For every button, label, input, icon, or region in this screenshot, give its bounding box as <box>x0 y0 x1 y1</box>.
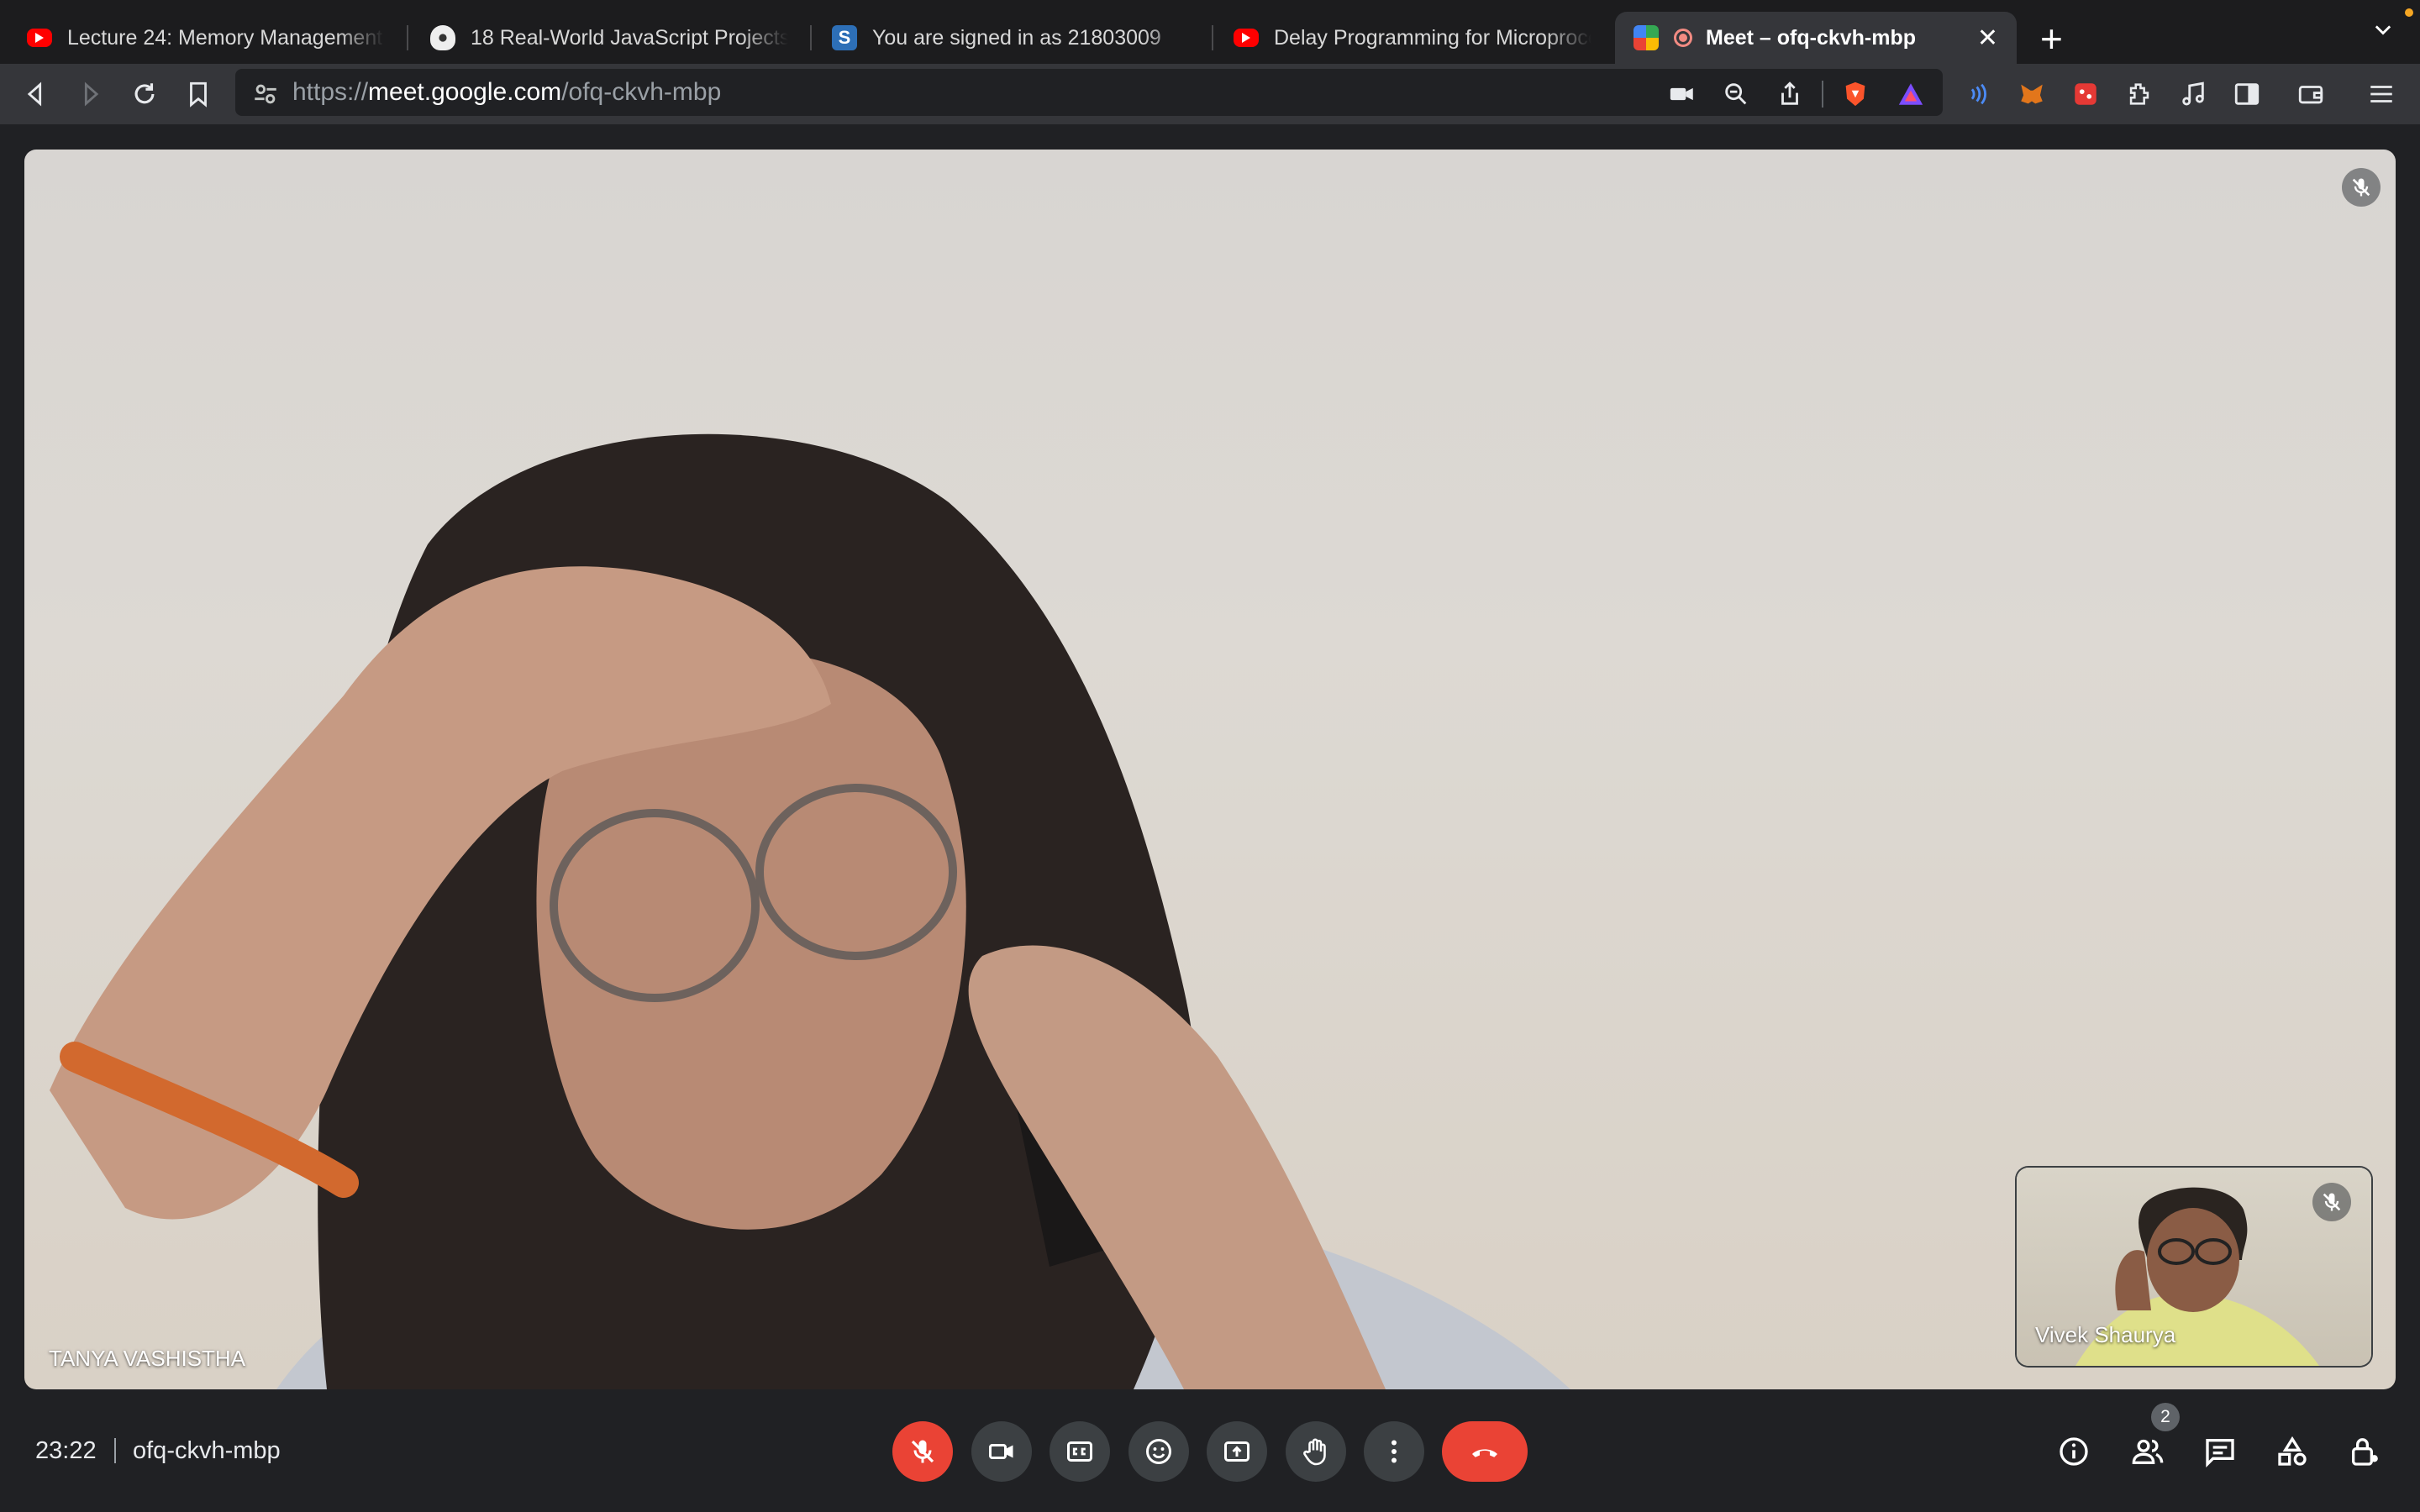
sidebar-icon[interactable] <box>2230 77 2264 111</box>
chat-icon <box>2206 1439 2234 1468</box>
bookmark-icon[interactable] <box>182 77 215 111</box>
tab-meet[interactable]: Meet – ofq-ckvh-mbp ✕ <box>1615 12 2017 64</box>
tab-title: Lecture 24: Memory Management i <box>67 25 385 50</box>
self-participant-name: Vivek Shaurya <box>2035 1322 2176 1347</box>
metamask-extension-icon[interactable] <box>2015 77 2049 111</box>
shapes-icon <box>2278 1436 2307 1466</box>
self-muted-mic-icon <box>2312 1183 2351 1221</box>
google-meet-icon <box>1634 25 1659 50</box>
wallet-wave-icon[interactable] <box>1961 77 1995 111</box>
host-controls-button[interactable] <box>2343 1430 2386 1473</box>
url-text[interactable]: https://meet.google.com/ofq-ckvh-mbp <box>292 78 721 107</box>
info-icon <box>2060 1437 2088 1466</box>
meeting-code: ofq-ckvh-mbp <box>133 1437 281 1464</box>
brave-shields-icon[interactable] <box>1839 77 1872 111</box>
tab-javascript-projects[interactable]: 18 Real-World JavaScript Projects <box>412 12 807 64</box>
present-screen-icon <box>1224 1441 1249 1462</box>
closed-captions-icon <box>1067 1441 1092 1462</box>
mic-off-icon <box>911 1440 934 1463</box>
more-vertical-icon <box>1392 1440 1397 1463</box>
back-icon[interactable] <box>18 77 52 111</box>
tab-divider <box>407 25 408 50</box>
tab-title: You are signed in as 21803009 <box>872 25 1161 50</box>
reload-icon[interactable] <box>128 77 161 111</box>
media-music-icon[interactable] <box>2176 77 2210 111</box>
wallet-icon[interactable] <box>2294 77 2328 111</box>
camera-in-use-icon[interactable] <box>1665 77 1699 111</box>
lock-person-icon <box>2352 1438 2378 1466</box>
tab-delay-programming[interactable]: Delay Programming for Microproce <box>1215 12 1610 64</box>
time-divider <box>114 1438 116 1463</box>
meeting-time: 23:22 <box>35 1437 97 1464</box>
forward-icon[interactable] <box>74 77 108 111</box>
tab-signed-in[interactable]: S You are signed in as 21803009 <box>813 12 1208 64</box>
brave-rewards-icon[interactable] <box>1894 77 1928 111</box>
tab-lecture-24[interactable]: Lecture 24: Memory Management i <box>8 12 403 64</box>
url-path: /ofq-ckvh-mbp <box>561 78 722 106</box>
participant-count-badge: 2 <box>2151 1403 2180 1431</box>
raise-hand-button[interactable] <box>1286 1421 1346 1482</box>
video-camera-icon <box>989 1444 1013 1459</box>
recording-indicator-icon <box>1674 29 1692 47</box>
tab-title: Meet – ofq-ckvh-mbp <box>1706 25 1917 50</box>
camera-toggle-button[interactable] <box>971 1421 1032 1482</box>
people-icon <box>2132 1439 2164 1464</box>
notification-dot <box>2405 8 2413 17</box>
url-scheme: https:// <box>292 78 369 106</box>
shield-site-icon <box>430 25 455 50</box>
chat-button[interactable] <box>2198 1430 2242 1473</box>
meeting-details-button[interactable] <box>2052 1430 2096 1473</box>
people-button[interactable] <box>2126 1430 2170 1473</box>
activities-button[interactable] <box>2270 1430 2314 1473</box>
emoji-icon <box>1146 1439 1171 1464</box>
site-settings-icon[interactable] <box>249 77 282 111</box>
tab-search-chevron-icon[interactable] <box>2371 18 2395 49</box>
youtube-icon <box>27 29 52 47</box>
present-screen-button[interactable] <box>1207 1421 1267 1482</box>
leave-call-button[interactable] <box>1442 1421 1528 1482</box>
tab-divider <box>1212 25 1213 50</box>
main-muted-mic-icon <box>2342 168 2381 207</box>
menu-hamburger-icon[interactable] <box>2365 77 2398 111</box>
captions-button[interactable] <box>1050 1421 1110 1482</box>
extensions-puzzle-icon[interactable] <box>2123 77 2156 111</box>
reactions-button[interactable] <box>1128 1421 1189 1482</box>
s-site-icon: S <box>832 25 857 50</box>
url-host: meet.google.com <box>368 78 562 106</box>
hand-icon <box>1303 1438 1326 1466</box>
youtube-icon <box>1234 29 1259 47</box>
main-participant-name: TANYA VASHISTHA <box>49 1346 246 1371</box>
tab-title: Delay Programming for Microproce <box>1274 25 1591 50</box>
zoom-icon[interactable] <box>1719 77 1753 111</box>
new-tab-button[interactable]: + <box>2040 15 2063 62</box>
more-options-button[interactable] <box>1364 1421 1424 1482</box>
extension-red-icon[interactable] <box>2069 77 2102 111</box>
toolbar-divider <box>1822 81 1823 108</box>
microphone-toggle-button[interactable] <box>892 1421 953 1482</box>
tab-title: 18 Real-World JavaScript Projects <box>471 25 788 50</box>
close-tab-icon[interactable]: ✕ <box>1977 24 1998 53</box>
tab-divider <box>810 25 812 50</box>
share-icon[interactable] <box>1773 77 1807 111</box>
hang-up-icon <box>1472 1449 1497 1457</box>
